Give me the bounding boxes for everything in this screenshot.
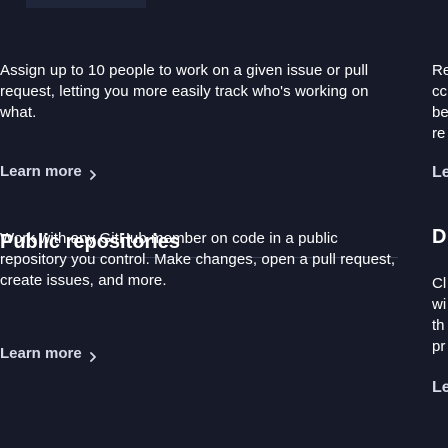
clipped-text: Re bbox=[432, 62, 448, 79]
feature-card-public-repos: Work with any GitHub member on code in a… bbox=[0, 228, 420, 362]
learn-more-label: Learn more bbox=[0, 345, 82, 362]
chevron-right-icon bbox=[88, 349, 98, 362]
learn-more-link[interactable]: Learn more bbox=[0, 345, 98, 362]
clipped-text: cc bbox=[432, 83, 447, 100]
features-left-column: Assign up to 10 people to work on a give… bbox=[0, 0, 400, 448]
clipped-text: th bbox=[432, 317, 445, 334]
learn-more-label: Learn more bbox=[0, 163, 82, 180]
clipped-title: D bbox=[432, 226, 447, 248]
clipped-learn-more-link[interactable]: Le bbox=[432, 162, 448, 183]
chevron-right-icon bbox=[88, 167, 98, 180]
feature-description: Work with any GitHub member on code in a… bbox=[0, 230, 396, 289]
clipped-text: Cl bbox=[432, 275, 447, 292]
top-decorative-bar bbox=[26, 0, 146, 8]
clipped-text: pr bbox=[432, 338, 446, 355]
clipped-text: re bbox=[432, 125, 446, 142]
clipped-text: be bbox=[432, 104, 448, 121]
features-right-column-clipped: Re cc be re Le D Cl wi th pr Le bbox=[432, 0, 448, 448]
learn-more-link[interactable]: Learn more bbox=[0, 163, 98, 180]
clipped-learn-more-link[interactable]: Le bbox=[432, 377, 448, 398]
clipped-text: wi bbox=[432, 296, 447, 313]
feature-description: Assign up to 10 people to work on a give… bbox=[0, 62, 369, 121]
feature-card-assignees: Assign up to 10 people to work on a give… bbox=[0, 60, 420, 258]
